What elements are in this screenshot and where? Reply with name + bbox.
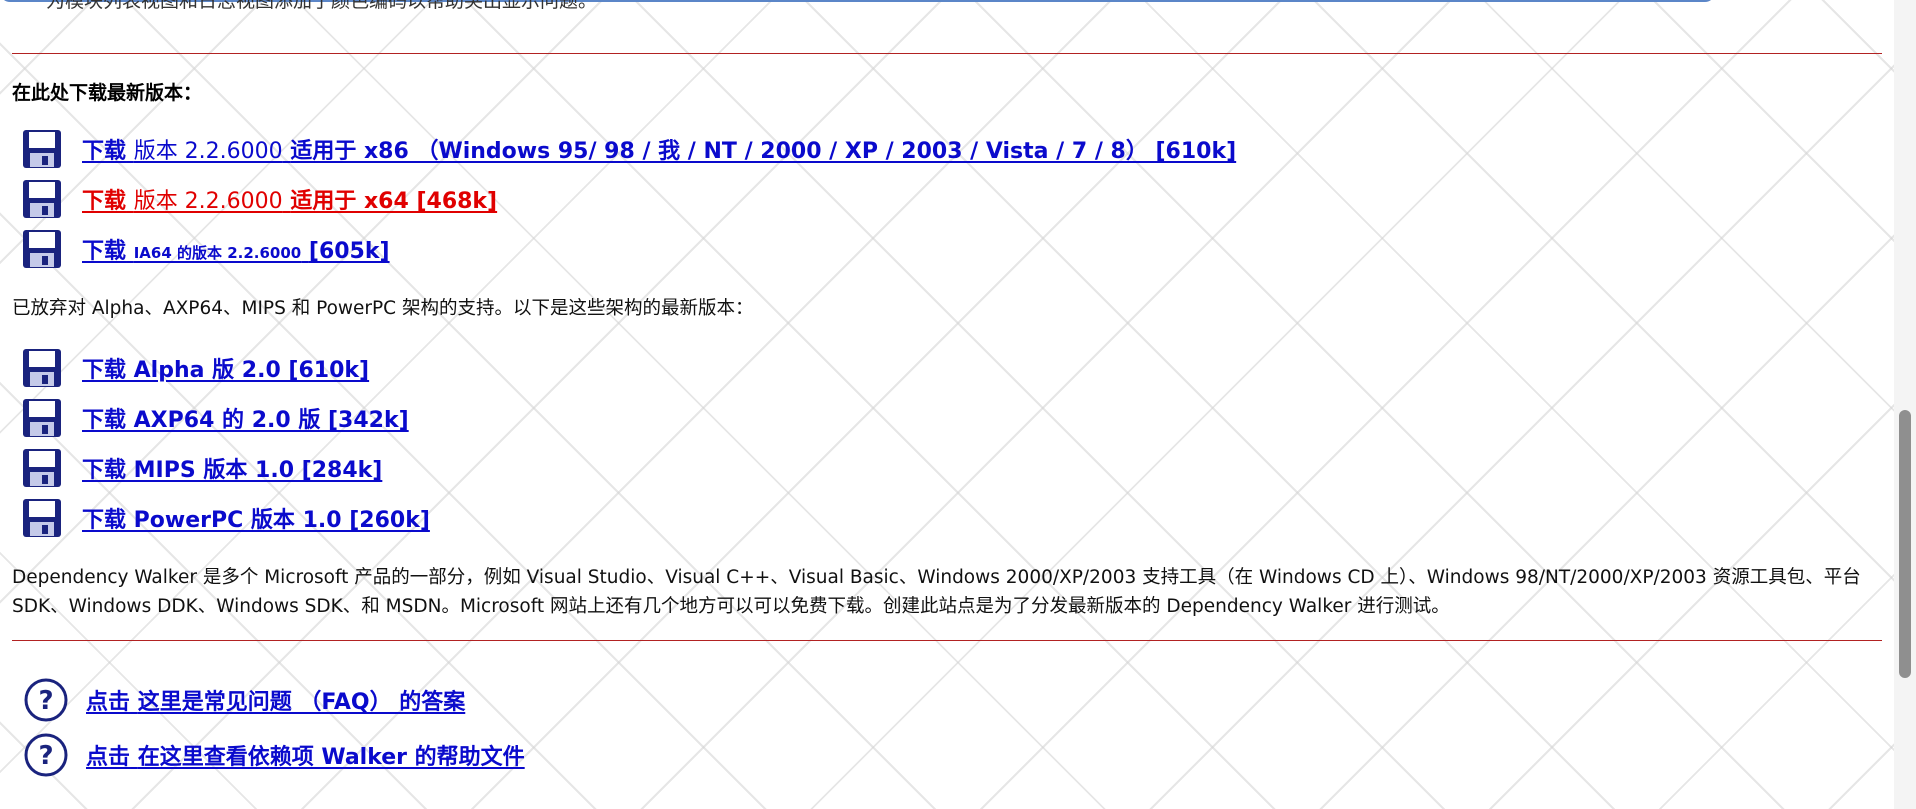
about-paragraph: Dependency Walker 是多个 Microsoft 产品的一部分，例… — [12, 567, 1861, 617]
download-powerpc-link[interactable]: 下载 PowerPC 版本 1.0 [260k] — [82, 502, 430, 534]
svg-text:?: ? — [38, 686, 53, 716]
question-mark-icon: ? — [24, 678, 68, 722]
download-x86-link[interactable]: 下载 版本 2.2.6000 适用于 x86 （Windows 95/ 98 /… — [82, 133, 1236, 165]
faq-link[interactable]: 点击 这里是常见问题 （FAQ） 的答案 — [86, 684, 465, 716]
floppy-disk-icon — [23, 449, 61, 487]
floppy-disk-icon — [23, 230, 61, 268]
divider — [12, 640, 1882, 641]
floppy-disk-icon — [23, 499, 61, 537]
divider — [12, 53, 1882, 54]
floppy-disk-icon — [23, 349, 61, 387]
download-heading: 在此处下载最新版本： — [12, 82, 203, 104]
legacy-intro-text: 已放弃对 Alpha、AXP64、MIPS 和 PowerPC 架构的支持。以下… — [12, 298, 754, 319]
download-axp64-link[interactable]: 下载 AXP64 的 2.0 版 [342k] — [82, 402, 409, 434]
scrollbar-thumb[interactable] — [1899, 410, 1911, 678]
download-ia64-link[interactable]: 下载 IA64 的版本 2.2.6000 [605k] — [82, 233, 390, 265]
download-row-x64: 下载 版本 2.2.6000 适用于 x64 [468k] — [22, 177, 497, 221]
floppy-disk-icon — [23, 180, 61, 218]
help-file-row: ? 点击 在这里查看依赖项 Walker 的帮助文件 — [24, 731, 525, 779]
download-x64-link[interactable]: 下载 版本 2.2.6000 适用于 x64 [468k] — [82, 183, 497, 215]
download-mips-link[interactable]: 下载 MIPS 版本 1.0 [284k] — [82, 452, 382, 484]
question-mark-icon: ? — [24, 733, 68, 777]
download-row-axp64: 下载 AXP64 的 2.0 版 [342k] — [22, 396, 409, 440]
vertical-scrollbar[interactable] — [1894, 0, 1916, 809]
download-alpha-link[interactable]: 下载 Alpha 版 2.0 [610k] — [82, 352, 369, 384]
help-file-link[interactable]: 点击 在这里查看依赖项 Walker 的帮助文件 — [86, 739, 525, 771]
download-row-x86: 下载 版本 2.2.6000 适用于 x86 （Windows 95/ 98 /… — [22, 127, 1236, 171]
floppy-disk-icon — [23, 399, 61, 437]
download-row-powerpc: 下载 PowerPC 版本 1.0 [260k] — [22, 496, 430, 540]
download-row-mips: 下载 MIPS 版本 1.0 [284k] — [22, 446, 382, 490]
svg-text:?: ? — [38, 741, 53, 771]
faq-row: ? 点击 这里是常见问题 （FAQ） 的答案 — [24, 676, 465, 724]
floppy-disk-icon — [23, 130, 61, 168]
download-row-alpha: 下载 Alpha 版 2.0 [610k] — [22, 346, 369, 390]
page-content: 为模块列表视图和日志视图添加了颜色编码以帮助突出显示问题。 在此处下载最新版本：… — [0, 0, 1894, 809]
top-note-text: 为模块列表视图和日志视图添加了颜色编码以帮助突出显示问题。 — [46, 0, 598, 12]
download-row-ia64: 下载 IA64 的版本 2.2.6000 [605k] — [22, 227, 390, 271]
